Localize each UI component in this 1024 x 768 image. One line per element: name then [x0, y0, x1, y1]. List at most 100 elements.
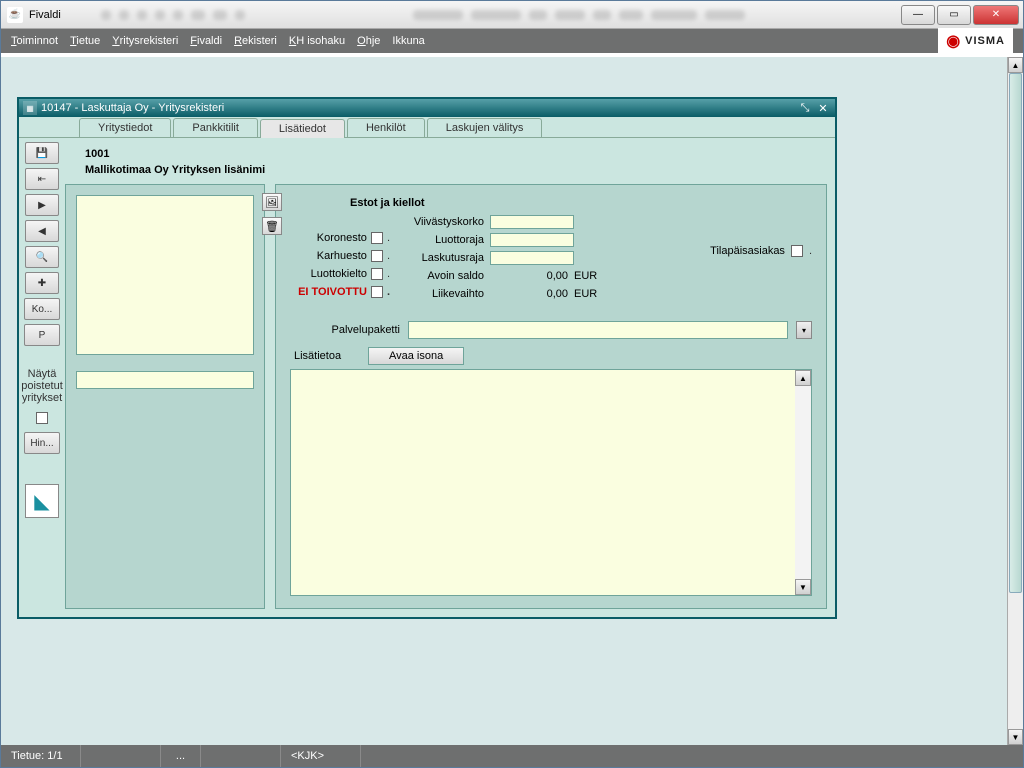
status-kjk: <KJK> [281, 745, 361, 767]
app-title: Fivaldi [29, 9, 61, 21]
next-record-icon[interactable]: ▶ [25, 194, 59, 216]
status-empty2 [201, 745, 281, 767]
menu-khisohaku[interactable]: KH isohaku [289, 35, 345, 47]
laskutusraja-input[interactable] [490, 251, 574, 265]
app-arrow-icon[interactable]: ◣ [25, 484, 59, 518]
liikevaihto-value: 0,00 [490, 288, 574, 300]
tab-lisatiedot[interactable]: Lisätiedot [260, 119, 345, 138]
menu-tietue[interactable]: Tietue [70, 35, 100, 47]
checkbox-column: Koronesto. Karhuesto. Luottokielto. EI T… [290, 213, 390, 303]
avoin-saldo-label: Avoin saldo [390, 270, 490, 282]
palvelupaketti-label: Palvelupaketti [290, 324, 400, 336]
exit-icon[interactable]: ⇤ [25, 168, 59, 190]
menu-ohje[interactable]: Ohje [357, 35, 380, 47]
koronesto-checkbox[interactable] [371, 232, 383, 244]
textarea-scrollbar[interactable]: ▲ ▼ [795, 370, 811, 595]
ei-toivottu-label: EI TOIVOTTU [298, 286, 367, 298]
status-dots: ... [161, 745, 201, 767]
tab-laskujen-valitys[interactable]: Laskujen välitys [427, 118, 543, 137]
scroll-down-icon[interactable]: ▼ [795, 579, 811, 595]
minimize-button[interactable]: — [901, 5, 935, 25]
new-record-icon[interactable]: ✚ [25, 272, 59, 294]
company-name: Mallikotimaa Oy Yrityksen lisänimi [85, 164, 827, 176]
ws-scroll-up-icon[interactable]: ▲ [1008, 57, 1023, 73]
tilapaisasiakas-label: Tilapäisasiakas [710, 245, 785, 257]
karhuesto-checkbox[interactable] [371, 250, 383, 262]
list-name-input[interactable] [76, 371, 254, 389]
content-area: 1001 Mallikotimaa Oy Yrityksen lisänimi … [65, 138, 835, 617]
prev-record-icon[interactable]: ◀ [25, 220, 59, 242]
luottoraja-label: Luottoraja [390, 234, 490, 246]
tab-henkilot[interactable]: Henkilöt [347, 118, 425, 137]
maximize-button[interactable]: ▭ [937, 5, 971, 25]
laskutusraja-label: Laskutusraja [390, 252, 490, 264]
ei-toivottu-checkbox[interactable] [371, 286, 383, 298]
right-check-column: Tilapäisasiakas . [610, 213, 812, 303]
right-form-panel: Estot ja kiellot Koronesto. Karhuesto. L… [275, 184, 827, 609]
hin-button[interactable]: Hin... [24, 432, 60, 454]
tab-yritystiedot[interactable]: Yritystiedot [79, 118, 171, 137]
avoin-saldo-value: 0,00 [490, 270, 574, 282]
lisatietoa-label: Lisätietoa [290, 350, 360, 362]
palvelupaketti-input[interactable] [408, 321, 788, 339]
show-deleted-label: Näytä poistetut yritykset [21, 368, 63, 404]
left-toolbar: 💾 ⇤ ▶ ◀ 🔍 ✚ Ko... P Näytä poistetut yrit… [19, 138, 65, 617]
ws-scroll-track[interactable] [1008, 73, 1023, 729]
mdi-scrollarea: ▦ 10147 - Laskuttaja Oy - Yritysrekister… [1, 57, 1007, 745]
menu-toiminnot[interactable]: Toiminnot [11, 35, 58, 47]
show-deleted-checkbox[interactable] [36, 412, 48, 424]
save-icon[interactable]: 💾 [25, 142, 59, 164]
inner-window-icon: ▦ [23, 101, 37, 115]
tabs-row: Yritystiedot Pankkitilit Lisätiedot Henk… [19, 117, 835, 137]
lisatietoa-textarea[interactable]: ▲ ▼ [290, 369, 812, 596]
p-button[interactable]: P [24, 324, 60, 346]
inner-title-text: 10147 - Laskuttaja Oy - Yritysrekisteri [41, 102, 224, 114]
search-icon[interactable]: 🔍 [25, 246, 59, 268]
outer-titlebar: ☕ Fivaldi — ▭ ✕ [1, 1, 1023, 29]
luottoraja-input[interactable] [490, 233, 574, 247]
viivastyskorko-input[interactable] [490, 215, 574, 229]
close-button[interactable]: ✕ [973, 5, 1019, 25]
item-list[interactable] [76, 195, 254, 355]
record-header: 1001 Mallikotimaa Oy Yrityksen lisänimi [65, 148, 827, 176]
company-code: 1001 [85, 148, 827, 160]
textarea-scroll-track[interactable] [795, 386, 811, 579]
tilapaisasiakas-checkbox[interactable] [791, 245, 803, 257]
viivastyskorko-label: Viivästyskorko [390, 216, 490, 228]
scroll-up-icon[interactable]: ▲ [795, 370, 811, 386]
mdi-workspace: ▦ 10147 - Laskuttaja Oy - Yritysrekister… [1, 57, 1023, 745]
palvelupaketti-row: Palvelupaketti ▾ [290, 321, 812, 339]
menu-rekisteri[interactable]: Rekisteri [234, 35, 277, 47]
menu-yritysrekisteri[interactable]: Yritysrekisteri [112, 35, 178, 47]
status-tietue: Tietue: 1/1 [1, 745, 81, 767]
image-picker-icon[interactable]: 🖼 [262, 193, 282, 211]
visma-swoosh-icon: ◉ [946, 31, 961, 51]
visma-logo: ◉ VISMA [938, 28, 1013, 54]
inner-close-icon[interactable]: ✕ [815, 101, 831, 115]
background-tabs-blur [101, 10, 901, 20]
luottokielto-label: Luottokielto [311, 268, 367, 280]
form-top-grid: Koronesto. Karhuesto. Luottokielto. EI T… [290, 213, 812, 303]
ws-scroll-down-icon[interactable]: ▼ [1008, 729, 1023, 745]
inner-titlebar: ▦ 10147 - Laskuttaja Oy - Yritysrekister… [19, 99, 835, 117]
lisatietoa-row: Lisätietoa Avaa isona [290, 347, 812, 365]
liikevaihto-label: Liikevaihto [390, 288, 490, 300]
left-list-panel: 🖼 🗑 [65, 184, 265, 609]
inner-body: 💾 ⇤ ▶ ◀ 🔍 ✚ Ko... P Näytä poistetut yrit… [19, 137, 835, 617]
menu-ikkuna[interactable]: Ikkuna [392, 35, 424, 47]
inner-restore-icon[interactable]: ⤡ [797, 101, 813, 115]
palvelupaketti-dropdown-icon[interactable]: ▾ [796, 321, 812, 339]
section-estot-kiellot: Estot ja kiellot [290, 197, 812, 209]
delete-icon[interactable]: 🗑 [262, 217, 282, 235]
luottokielto-checkbox[interactable] [371, 268, 383, 280]
application-window: ☕ Fivaldi — ▭ ✕ Toiminnot Tietue Yritysr… [0, 0, 1024, 768]
status-empty1 [81, 745, 161, 767]
menubar: Toiminnot Tietue Yritysrekisteri Fivaldi… [1, 29, 1023, 53]
tab-pankkitilit[interactable]: Pankkitilit [173, 118, 257, 137]
karhuesto-label: Karhuesto [317, 250, 367, 262]
avaa-isona-button[interactable]: Avaa isona [368, 347, 464, 365]
workspace-vscroll[interactable]: ▲ ▼ [1007, 57, 1023, 745]
menu-fivaldi[interactable]: Fivaldi [190, 35, 222, 47]
ws-scroll-thumb[interactable] [1009, 73, 1022, 593]
ko-button[interactable]: Ko... [24, 298, 60, 320]
